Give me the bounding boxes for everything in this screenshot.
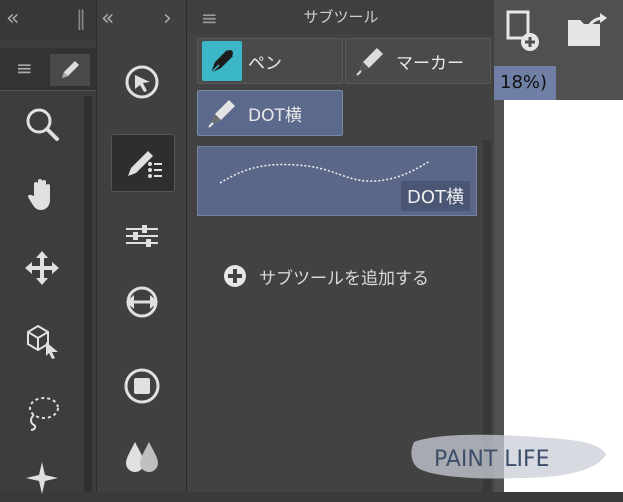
new-file-button[interactable]: [502, 6, 542, 52]
group-dot-label: DOT横: [248, 105, 302, 126]
pen-list-icon: [128, 151, 162, 178]
tool-column-scrollbar[interactable]: [84, 96, 92, 492]
pencil-icon: [62, 61, 79, 78]
menu-icon[interactable]: ≡: [16, 56, 33, 80]
tool-column: « ‖ ≡: [0, 0, 96, 494]
sparkle-icon: [26, 462, 58, 494]
plus-circle-icon: [224, 265, 246, 287]
brush-preset-item[interactable]: DOT横: [197, 146, 477, 216]
move-tool[interactable]: [18, 244, 66, 292]
tool-tab-bar: ≡: [0, 48, 96, 91]
collapse-left-icon[interactable]: «: [6, 6, 19, 31]
group-dot[interactable]: DOT横: [197, 90, 343, 136]
new-file-icon: [506, 10, 539, 51]
sliders-icon: [126, 225, 158, 247]
subtool-group-column: « ›: [96, 0, 187, 492]
sparkle-tool[interactable]: [18, 454, 66, 502]
rotate-cursor-icon: [125, 65, 159, 99]
swap-arrows-icon: [126, 286, 158, 318]
lasso-icon: [29, 397, 59, 431]
rotate-tool[interactable]: [111, 54, 173, 110]
lasso-tool[interactable]: [18, 388, 66, 436]
group-marker[interactable]: マーカー: [345, 38, 491, 84]
subtool-pen-group[interactable]: [111, 134, 175, 192]
object-cube-cursor-icon: [27, 324, 58, 359]
add-subtool-label: サブツールを追加する: [259, 268, 429, 289]
pen-nib-icon: [202, 41, 242, 81]
preset-name: DOT横: [400, 181, 470, 211]
subtool-panel-header: ≡ サブツール: [187, 0, 495, 34]
grip-icon[interactable]: ‖: [76, 6, 86, 30]
drops-icon: [126, 442, 158, 472]
color-tool[interactable]: [111, 428, 173, 484]
open-file-button[interactable]: [564, 10, 610, 52]
subtool-panel: ≡ サブツール ペン マーカー DOT横 DOT横 サブツールを追加する: [186, 0, 495, 492]
expand-icon[interactable]: ›: [163, 6, 172, 31]
marker-icon: [202, 93, 242, 133]
fill-square-icon: [124, 368, 160, 404]
add-subtool-button[interactable]: サブツールを追加する: [223, 262, 429, 290]
marker-icon: [350, 41, 390, 81]
tool-property-button[interactable]: [111, 208, 173, 264]
magnifier-icon: [26, 108, 59, 141]
panel-title: サブツール: [303, 8, 379, 26]
collapse-middle-icon[interactable]: «: [101, 6, 114, 31]
logo-text: PAINT LIFE: [434, 447, 550, 472]
folder-open-icon: [568, 13, 607, 46]
transform-button[interactable]: [111, 274, 173, 330]
object-tool[interactable]: [18, 316, 66, 364]
watermark-logo: PAINT LIFE: [410, 428, 610, 484]
tool-tab-pencil[interactable]: [50, 54, 90, 86]
group-pen-label: ペン: [248, 53, 282, 74]
group-pen[interactable]: ペン: [197, 38, 343, 84]
tool-column-header: « ‖: [0, 0, 96, 40]
zoom-indicator: 18%): [494, 66, 556, 100]
group-marker-label: マーカー: [396, 53, 464, 74]
move-arrows-icon: [25, 251, 59, 285]
hand-icon: [27, 179, 50, 210]
zoom-tool[interactable]: [18, 100, 66, 148]
fill-tool[interactable]: [111, 358, 173, 414]
hand-tool[interactable]: [18, 170, 66, 218]
